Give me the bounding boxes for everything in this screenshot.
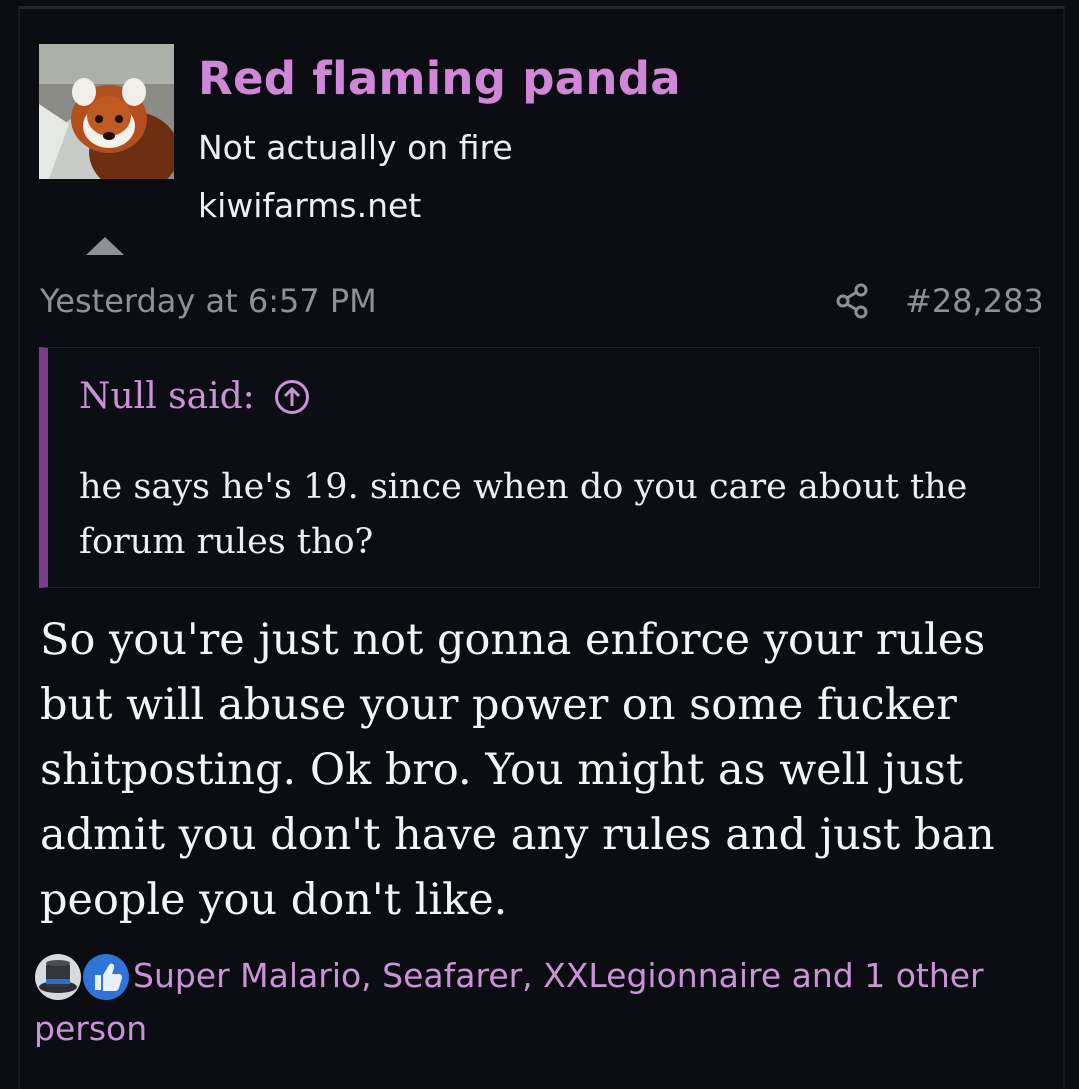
collapse-arrow-icon[interactable] [86, 237, 124, 255]
quote-jump-icon[interactable] [274, 379, 309, 414]
top-hat-icon [34, 953, 82, 1001]
quote-body: he says he's 19. since when do you care … [79, 467, 968, 562]
reactions-bar[interactable]: Super Malario, Seafarer, XXLegionnaire a… [34, 950, 1024, 1055]
thumbs-up-icon [82, 953, 130, 1001]
quote-author[interactable]: Null said: [79, 376, 255, 417]
post-date[interactable]: Yesterday at 6:57 PM [40, 282, 377, 320]
post-number[interactable]: #28,283 [905, 282, 1044, 320]
post-body: So you're just not gonna enforce your ru… [40, 615, 995, 925]
quote-author-line[interactable]: Null said: [79, 376, 309, 417]
quote-block: Null said: he says he's 19. since when d… [39, 347, 1040, 588]
username[interactable]: Red flaming panda [198, 52, 681, 105]
red-panda-avatar-icon [39, 44, 174, 179]
reaction-icons [34, 953, 131, 1003]
user-avatar[interactable] [39, 44, 174, 179]
user-extra: kiwifarms.net [198, 186, 422, 225]
reactions-text[interactable]: Super Malario, Seafarer, XXLegionnaire a… [34, 956, 984, 1048]
user-title: Not actually on fire [198, 128, 513, 167]
share-icon[interactable] [834, 283, 870, 319]
